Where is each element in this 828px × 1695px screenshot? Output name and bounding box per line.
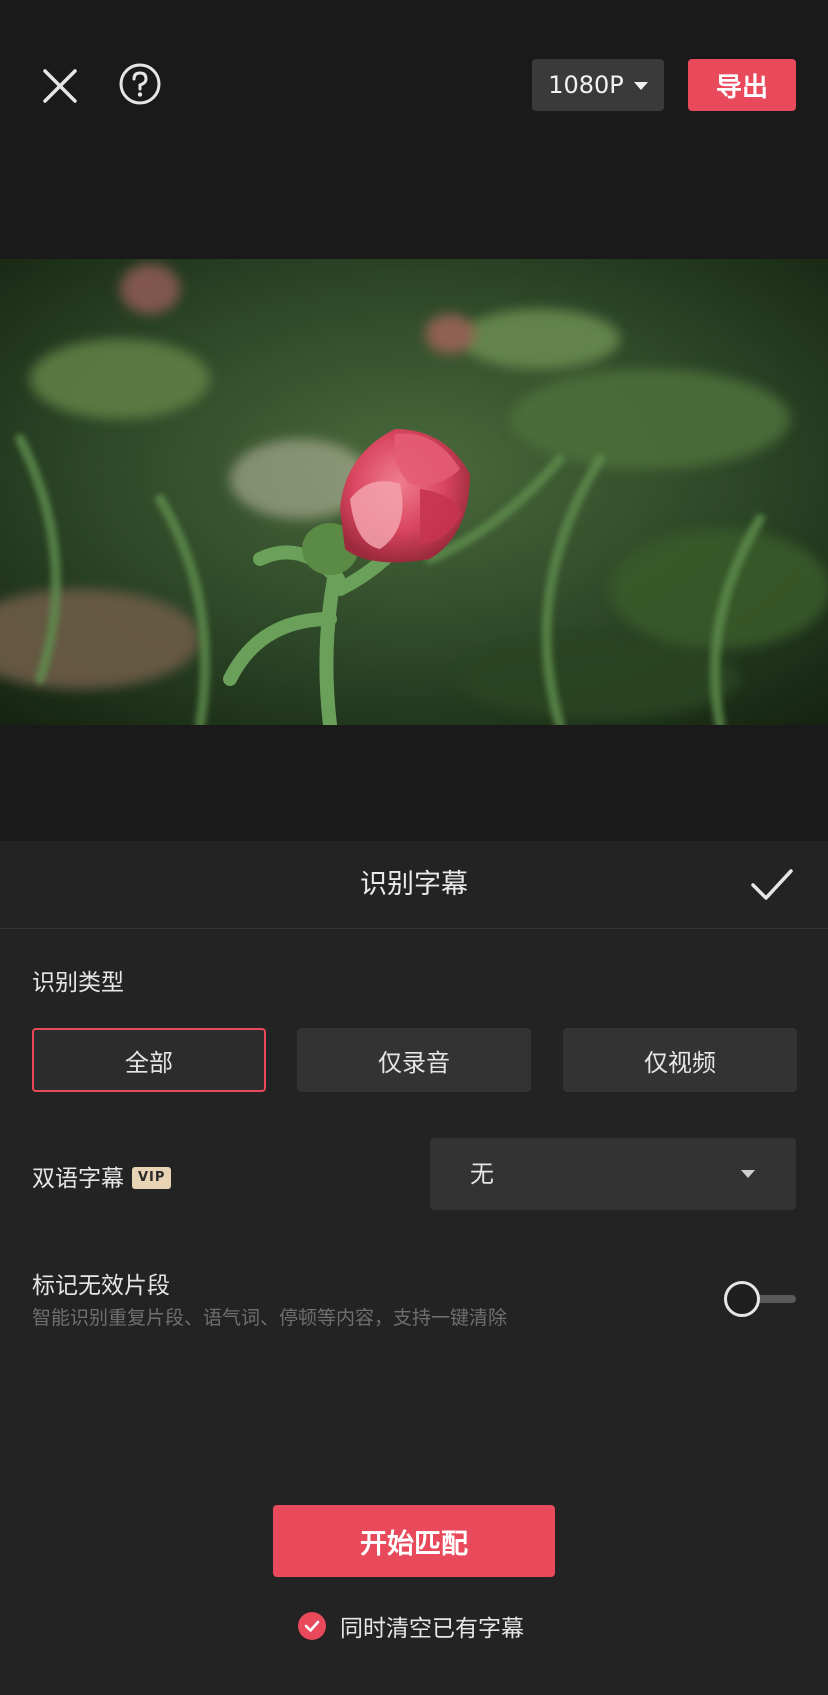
clear-existing-subtitles-label: 同时清空已有字幕 xyxy=(340,1616,524,1642)
mark-invalid-segments-toggle[interactable] xyxy=(724,1279,796,1319)
type-option-video-only[interactable]: 仅视频 xyxy=(563,1028,797,1092)
top-bar: 1080P 导出 xyxy=(0,0,828,175)
type-option-audio-only[interactable]: 仅录音 xyxy=(297,1028,531,1092)
close-button[interactable] xyxy=(34,60,86,112)
caret-down-icon xyxy=(633,82,648,90)
close-icon xyxy=(43,69,77,103)
recognition-type-label: 识别类型 xyxy=(32,970,124,996)
mark-invalid-segments-description: 智能识别重复片段、语气词、停顿等内容，支持一键清除 xyxy=(32,1307,508,1329)
clear-existing-subtitles-option[interactable]: 同时清空已有字幕 xyxy=(298,1608,524,1644)
vip-badge: VIP xyxy=(132,1166,172,1189)
resolution-label: 1080P xyxy=(548,71,624,99)
export-button[interactable]: 导出 xyxy=(688,59,796,111)
panel-header: 识别字幕 xyxy=(0,841,828,929)
confirm-button[interactable] xyxy=(748,863,796,907)
start-matching-button[interactable]: 开始匹配 xyxy=(273,1505,555,1577)
bilingual-select-value: 无 xyxy=(470,1160,494,1188)
caret-down-icon xyxy=(741,1170,755,1178)
checkmark-icon xyxy=(751,869,793,900)
panel-title: 识别字幕 xyxy=(360,869,468,900)
video-preview-area xyxy=(0,175,828,841)
mark-invalid-segments-label: 标记无效片段 xyxy=(32,1273,170,1299)
help-icon xyxy=(119,63,161,105)
checkbox-checked-icon[interactable] xyxy=(298,1612,326,1640)
bilingual-language-select[interactable]: 无 xyxy=(430,1138,796,1210)
type-option-all[interactable]: 全部 xyxy=(32,1028,266,1092)
toggle-knob xyxy=(724,1281,760,1317)
bilingual-subtitles-label: 双语字幕 xyxy=(32,1166,124,1192)
resolution-dropdown[interactable]: 1080P xyxy=(532,59,664,111)
bilingual-subtitles-row: 双语字幕 VIP xyxy=(32,1159,172,1193)
video-preview-image[interactable] xyxy=(0,259,828,725)
help-button[interactable] xyxy=(116,60,164,108)
